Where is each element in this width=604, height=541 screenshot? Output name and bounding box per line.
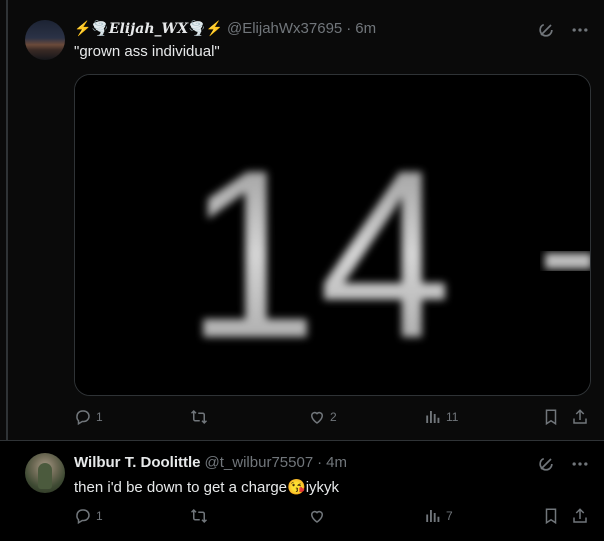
user-handle[interactable]: @ElijahWx37695 [227,20,342,37]
tweet-text: then i'd be down to get a charge😘iykyk [74,479,340,496]
name-suffix-emoji: 🌪️⚡ [188,20,223,36]
tweet-header: ⚡🌪️ Elijah_WX 🌪️⚡ @ElijahWx37695 · 6m [74,20,376,37]
views-icon [426,510,440,522]
repost-button[interactable] [190,507,212,525]
like-icon [310,510,324,523]
views-count: 11 [446,410,459,424]
separator-dot: · [346,20,352,37]
separator-dot: · [317,454,323,471]
bookmark-icon [545,508,557,525]
top-actions [536,454,590,474]
retweet-icon [190,409,208,425]
more-icon[interactable] [570,454,590,474]
reply-count: 1 [96,509,103,523]
media-text: 14 [185,120,452,388]
bookmark-icon [545,409,557,426]
user-handle[interactable]: @t_wilbur75507 [205,454,314,471]
tweet-text: "grown ass individual" [74,43,220,60]
display-name[interactable]: Elijah_WX [109,21,188,37]
reply-button[interactable]: 1 [74,408,103,426]
avatar[interactable] [25,453,65,493]
grok-icon[interactable] [536,20,556,40]
avatar[interactable] [25,20,65,60]
like-button[interactable] [308,507,330,525]
timestamp[interactable]: 6m [355,20,376,37]
reply-button[interactable]: 1 [74,507,103,525]
more-icon[interactable] [570,20,590,40]
like-button[interactable]: 2 [308,408,337,426]
thread-line [6,0,8,440]
share-button[interactable] [571,507,589,525]
timestamp[interactable]: 4m [326,454,347,471]
display-name[interactable]: Wilbur T. Doolittle [74,454,201,471]
tweet[interactable]: ⚡🌪️ Elijah_WX 🌪️⚡ @ElijahWx37695 · 6m "g… [0,0,604,440]
like-count: 2 [330,410,337,424]
name-prefix-emoji: ⚡🌪️ [74,20,109,36]
tweet[interactable]: Wilbur T. Doolittle @t_wilbur75507 · 4m … [0,440,604,541]
like-icon [310,411,324,424]
share-button[interactable] [571,408,589,426]
views-button[interactable]: 11 [424,408,458,426]
share-icon [573,409,587,424]
reply-count: 1 [96,410,103,424]
share-icon [573,508,587,523]
tweet-actions: 1 2 11 [74,408,594,430]
retweet-icon [190,508,208,524]
grok-icon[interactable] [536,454,556,474]
top-actions [536,20,590,40]
tweet-header: Wilbur T. Doolittle @t_wilbur75507 · 4m [74,454,347,471]
views-icon [426,411,440,423]
repost-button[interactable] [190,408,212,426]
views-count: 7 [446,509,453,523]
bookmark-button[interactable] [542,408,560,426]
reply-icon [76,509,90,525]
views-button[interactable]: 7 [424,507,453,525]
reply-icon [76,410,90,426]
tweet-media-image[interactable]: 14 [74,74,591,396]
tweet-actions: 1 7 [74,507,594,529]
bookmark-button[interactable] [542,507,560,525]
